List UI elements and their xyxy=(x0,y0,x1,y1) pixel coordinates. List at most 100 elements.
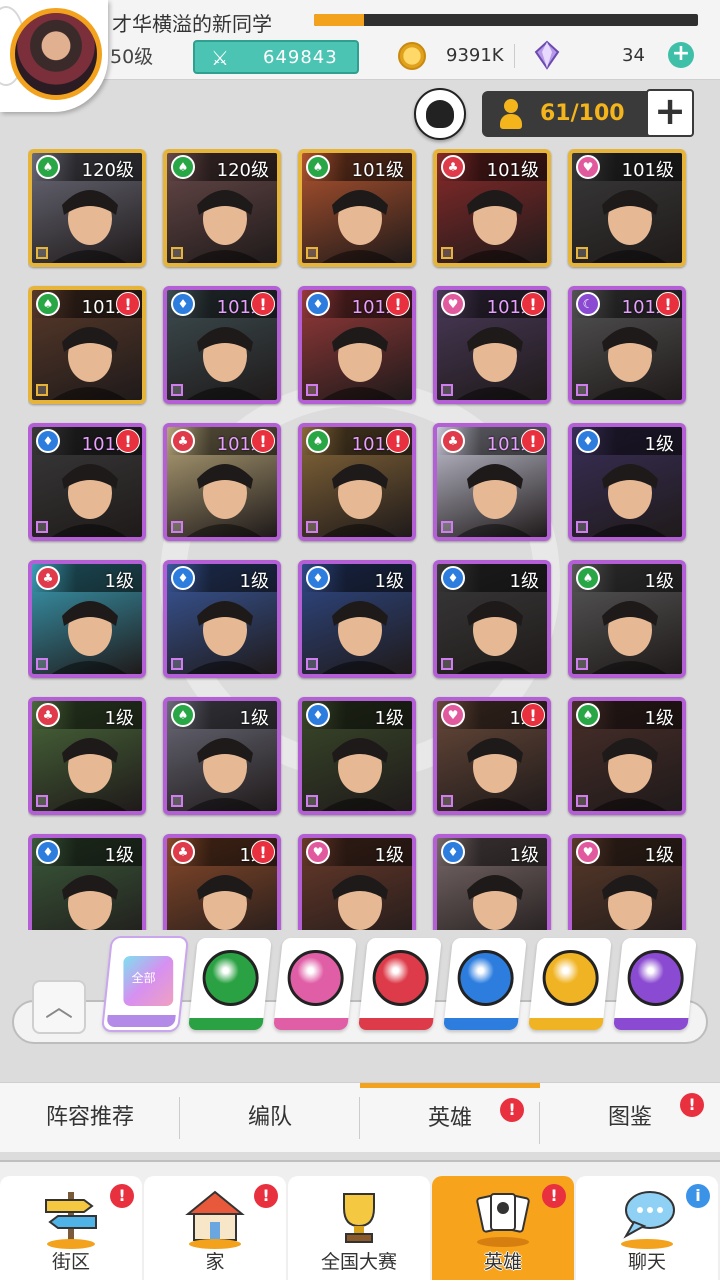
hero-card[interactable]: ♥ 101级! xyxy=(433,286,551,404)
faction-tab-yellow[interactable] xyxy=(528,938,612,1030)
hero-corner-mark xyxy=(441,247,453,259)
hero-corner-mark xyxy=(306,384,318,396)
hero-card[interactable]: ♦ 101级! xyxy=(163,286,281,404)
gem-value: 34 xyxy=(622,45,645,66)
hero-corner-mark xyxy=(306,795,318,807)
subtab-label: 编队 xyxy=(247,1105,292,1130)
trophy-icon xyxy=(324,1186,394,1250)
hero-card[interactable]: ♣1级! xyxy=(163,834,281,930)
all-factions-label: 全部 xyxy=(131,971,156,985)
green-faction-icon: ♠ xyxy=(171,155,195,179)
hero-corner-mark xyxy=(36,247,48,259)
hero-card[interactable]: ♠ 1级 xyxy=(568,560,686,678)
red-faction-icon xyxy=(372,950,429,1006)
hero-card[interactable]: ♣ 101级! xyxy=(433,423,551,541)
hero-portrait xyxy=(302,860,412,930)
hero-card[interactable]: ♠ 101级 xyxy=(298,149,416,267)
hero-card[interactable]: ♦ 101级! xyxy=(298,286,416,404)
hero-card[interactable]: ♥ 1级 xyxy=(298,834,416,930)
nav-signpost[interactable]: 街区! xyxy=(0,1176,142,1280)
hero-corner-mark xyxy=(576,521,588,533)
subtab-2[interactable]: 英雄! xyxy=(360,1083,540,1153)
hero-card[interactable]: ♣ 101级! xyxy=(163,423,281,541)
hero-level: 1级 xyxy=(104,845,134,866)
faction-tab-all[interactable]: 全部 xyxy=(103,938,187,1030)
hero-card[interactable]: ♦ 1级 xyxy=(568,423,686,541)
alert-icon: ! xyxy=(116,292,140,316)
player-level: 50级 xyxy=(110,46,154,68)
blue-faction-icon: ♦ xyxy=(441,566,465,590)
avatar-frame[interactable] xyxy=(0,0,108,112)
blue-faction-icon: ♦ xyxy=(306,292,330,316)
faction-tab-pink[interactable] xyxy=(273,938,357,1030)
hero-portrait xyxy=(167,175,277,263)
faction-tab-red[interactable] xyxy=(358,938,442,1030)
hero-level: 1级 xyxy=(509,571,539,592)
hero-corner-mark xyxy=(36,521,48,533)
hero-level: 1级 xyxy=(374,571,404,592)
hero-card[interactable]: ♥1级! xyxy=(433,697,551,815)
alert-icon: ! xyxy=(110,1184,134,1208)
faction-tab-blue[interactable] xyxy=(443,938,527,1030)
hero-card[interactable]: ♠ 1级 xyxy=(568,697,686,815)
green-faction-icon: ♠ xyxy=(171,703,195,727)
exp-bar xyxy=(314,14,698,26)
hero-card[interactable]: ♠ 1级 xyxy=(163,697,281,815)
nav-house[interactable]: 家! xyxy=(144,1176,286,1280)
faction-tab-color-bar xyxy=(188,1018,264,1030)
hero-card[interactable]: ♠ 120级 xyxy=(163,149,281,267)
yellow-faction-icon xyxy=(542,950,599,1006)
avatar[interactable] xyxy=(10,8,102,100)
hero-card[interactable]: ♦ 1级 xyxy=(163,560,281,678)
hero-card[interactable]: ♦ 1级 xyxy=(433,834,551,930)
hero-card[interactable]: ♦ 1级 xyxy=(433,560,551,678)
add-gems-button[interactable]: + xyxy=(668,42,694,68)
hero-card[interactable]: ♠ 101级! xyxy=(298,423,416,541)
green-faction-icon: ♠ xyxy=(306,429,330,453)
hero-card[interactable]: ♣ 1级 xyxy=(28,697,146,815)
alert-icon: ! xyxy=(656,292,680,316)
hero-level: 1级 xyxy=(644,434,674,455)
hero-card[interactable]: ♥ 1级 xyxy=(568,834,686,930)
hero-card[interactable]: ♦ 1级 xyxy=(28,834,146,930)
hero-corner-mark xyxy=(171,795,183,807)
faction-tab-purple[interactable] xyxy=(613,938,697,1030)
collapse-up-button[interactable]: ︿ xyxy=(32,980,86,1034)
hero-corner-mark xyxy=(576,658,588,670)
hero-card[interactable]: ♦ 1级 xyxy=(298,560,416,678)
nav-label: 全国大赛 xyxy=(320,1251,397,1273)
signpost-icon xyxy=(36,1186,106,1250)
hero-card[interactable]: ♠ 120级 xyxy=(28,149,146,267)
alert-icon: ! xyxy=(386,292,410,316)
hero-portrait xyxy=(572,312,682,400)
hero-card[interactable]: ♦ 101级! xyxy=(28,423,146,541)
subtab-1[interactable]: 编队 xyxy=(180,1083,360,1153)
hero-card[interactable]: ♦ 1级 xyxy=(298,697,416,815)
combat-power[interactable]: ⚔ 649843 xyxy=(193,40,359,74)
subtab-3[interactable]: 图鉴! xyxy=(540,1083,720,1153)
faction-tab-green[interactable] xyxy=(188,938,272,1030)
green-faction-icon: ♠ xyxy=(576,703,600,727)
hero-corner-mark xyxy=(576,795,588,807)
hero-corner-mark xyxy=(441,795,453,807)
subtab-0[interactable]: 阵容推荐 xyxy=(0,1083,180,1153)
faction-tab-color-bar xyxy=(613,1018,689,1030)
nav-chat-bubble[interactable]: 聊天 i xyxy=(576,1176,718,1280)
hero-card[interactable]: ♥ 101级 xyxy=(568,149,686,267)
exp-fill xyxy=(314,14,364,26)
hero-level: 1级 xyxy=(374,708,404,729)
hero-card[interactable]: ♣ 1级 xyxy=(28,560,146,678)
nav-label: 家 xyxy=(205,1251,225,1273)
nav-hero-cards[interactable]: 英雄! xyxy=(432,1176,574,1280)
nav-trophy[interactable]: 全国大赛 xyxy=(288,1176,430,1280)
hero-card[interactable]: ☾ 101级! xyxy=(568,286,686,404)
hero-card[interactable]: ♠ 101级! xyxy=(28,286,146,404)
expand-roster-button[interactable]: + xyxy=(646,89,694,137)
helmet-icon[interactable] xyxy=(414,88,466,140)
blue-faction-icon: ♦ xyxy=(306,703,330,727)
combat-power-value: 649843 xyxy=(263,47,338,68)
blue-faction-icon: ♦ xyxy=(36,840,60,864)
chat-bubble-icon xyxy=(612,1186,682,1250)
faction-tab-color-bar xyxy=(273,1018,349,1030)
hero-card[interactable]: ♣ 101级 xyxy=(433,149,551,267)
